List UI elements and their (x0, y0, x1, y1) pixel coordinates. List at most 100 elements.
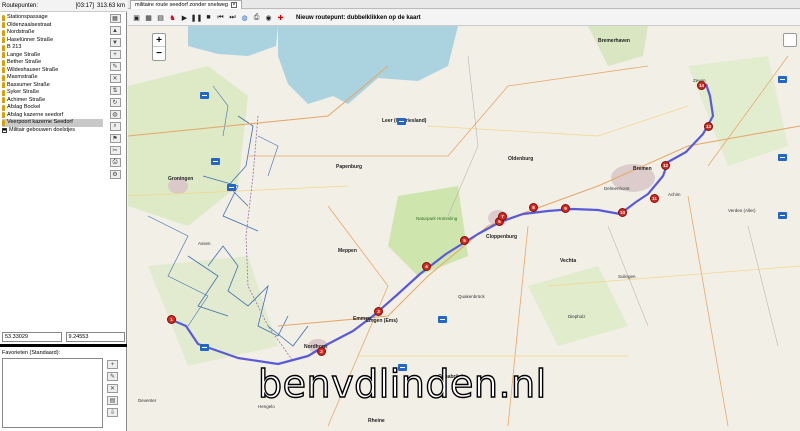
route-panel-header: Routepunten: [03:17] 313.63 km (0, 0, 127, 12)
route-point-item[interactable]: Oldenzaalsestraat (2, 22, 103, 30)
reverse-icon[interactable]: ⇅ (109, 86, 121, 95)
motorcycle-icon[interactable]: ♞ (168, 13, 177, 22)
route-point-item[interactable]: Afslag kazerne seedorf (2, 112, 103, 120)
label-vechta: Vechta (560, 258, 577, 264)
route-panel: Routepunten: [03:17] 313.63 km Stationsp… (0, 0, 127, 431)
save-icon[interactable]: ▣ (132, 13, 141, 22)
waypoint-pin-icon (2, 44, 5, 51)
map-canvas[interactable]: + − Emmen Lingen (Ems) Cloppenburg Vecht… (128, 26, 800, 431)
map-icon[interactable]: ▦ (109, 14, 121, 23)
label-papenburg: Papenburg (336, 164, 363, 170)
waypoint-pin-icon (2, 74, 5, 81)
globe-icon[interactable]: ◍ (109, 110, 121, 119)
route-point-label: Afslag kazerne seedorf (7, 111, 64, 118)
route-point-item[interactable]: Bassumer Straße (2, 82, 103, 90)
route-point-item[interactable]: Bether Straße (2, 59, 103, 67)
search-icon[interactable]: ⌕ (109, 122, 121, 131)
label-quakenbruck: Quakenbrück (458, 294, 485, 299)
waypoint-marker[interactable]: 11 (650, 194, 659, 203)
settings-icon[interactable]: ⚙ (109, 170, 121, 179)
route-point-item[interactable]: Lange Straße (2, 52, 103, 60)
fav-import-icon[interactable]: ⇩ (107, 408, 118, 417)
camera-icon[interactable]: ◉ (264, 13, 273, 22)
layers-icon[interactable] (783, 33, 797, 47)
route-point-item[interactable]: Syker Straße (2, 89, 103, 97)
route-point-label: Syker Straße (7, 89, 40, 95)
waypoint-pin-icon (2, 22, 5, 29)
coordinates: 53.33029 9.24553 (2, 331, 125, 343)
skip-back-icon[interactable]: ⏮ (216, 13, 225, 22)
waypoint-pin-icon (2, 119, 5, 126)
label-achim: Achim (668, 192, 681, 197)
favorites-list[interactable] (2, 358, 103, 428)
longitude-field[interactable]: 9.24553 (65, 332, 125, 342)
route-point-label: Haselünner Straße (7, 36, 54, 43)
table-icon[interactable]: ▤ (156, 13, 165, 22)
route-point-item[interactable]: Militair gebouwen doelstjes (2, 127, 103, 135)
globe-icon[interactable]: ◍ (240, 13, 249, 22)
route-point-list[interactable]: Stationspassage Oldenzaalsestraat Nordstra… (2, 14, 103, 314)
fav-edit-icon[interactable]: ✎ (107, 372, 118, 381)
stop-icon[interactable]: ■ (204, 13, 213, 22)
print-icon[interactable]: ⎙ (252, 13, 261, 22)
label-cloppenburg: Cloppenburg (486, 234, 518, 240)
waypoint-pin-icon (2, 14, 5, 21)
label-assen: Assen (198, 241, 211, 246)
waypoint-marker[interactable]: 13 (704, 122, 713, 131)
route-distance: 313.63 km (96, 2, 125, 9)
flag-icon[interactable]: ⚑ (109, 134, 121, 143)
add-waypoint-icon[interactable]: ✚ (276, 13, 285, 22)
route-point-item[interactable]: Stationspassage (2, 14, 103, 22)
fav-folder-icon[interactable]: ▤ (107, 396, 118, 405)
optimize-icon[interactable]: ↻ (109, 98, 121, 107)
route-point-label: Afslag Bockel (7, 104, 41, 110)
close-icon[interactable]: × (230, 2, 237, 8)
waypoint-marker[interactable]: 4 (422, 262, 431, 271)
cut-icon[interactable]: ✂ (109, 146, 121, 155)
panel-divider[interactable] (0, 344, 127, 347)
latitude-field[interactable]: 53.33029 (2, 332, 62, 342)
waypoint-marker[interactable]: 5 (460, 236, 469, 245)
move-down-icon[interactable]: ▼ (109, 38, 121, 47)
route-point-item[interactable]: Maxmstraße (2, 74, 103, 82)
waypoint-marker[interactable]: 1 (167, 315, 176, 324)
waypoint-marker[interactable]: 12 (661, 161, 670, 170)
waypoint-marker[interactable]: 2 (317, 347, 326, 356)
fav-add-icon[interactable]: + (107, 360, 118, 369)
zoom-in-button[interactable]: + (153, 34, 165, 47)
route-point-item[interactable]: Veerpoort kazerne Seedorf (2, 119, 103, 127)
waypoint-pin-icon (2, 89, 5, 96)
pause-icon[interactable]: ❚❚ (191, 13, 203, 22)
label-lingen: Lingen (Ems) (366, 318, 398, 324)
route-point-item[interactable]: Haselünner Straße (2, 37, 103, 45)
route-point-item[interactable]: Nordstraße (2, 29, 103, 37)
skip-forward-icon[interactable]: ⏭ (228, 13, 237, 22)
insert-icon[interactable]: + (109, 50, 121, 59)
route-point-item[interactable]: Wildeshauser Straße (2, 67, 103, 75)
waypoint-marker[interactable]: 14 (697, 81, 706, 90)
grid-icon[interactable]: ▦ (144, 13, 153, 22)
waypoint-marker[interactable]: 9 (561, 204, 570, 213)
route-panel-title: Routepunten: (2, 2, 39, 9)
delete-icon[interactable]: ✕ (109, 74, 121, 83)
move-up-icon[interactable]: ▲ (109, 26, 121, 35)
tab-route[interactable]: militaire route seedorf zonder snelweg × (130, 0, 242, 9)
route-point-item[interactable]: Achimer Straße (2, 97, 103, 105)
print-icon[interactable]: ⎙ (109, 158, 121, 167)
waypoint-marker[interactable]: 8 (529, 203, 538, 212)
route-point-label: Bether Straße (7, 59, 42, 65)
highway-sign-icon (778, 212, 787, 219)
label-delmenhorst: Delmenhorst (604, 186, 630, 191)
waypoint-marker[interactable]: 3 (374, 307, 383, 316)
zoom-out-button[interactable]: − (153, 47, 165, 60)
label-bremen: Bremen (633, 166, 652, 172)
edit-icon[interactable]: ✎ (109, 62, 121, 71)
route-point-item[interactable]: Afslag Bockel (2, 104, 103, 112)
waypoint-marker[interactable]: 10 (618, 208, 627, 217)
route-point-item[interactable]: B 213 (2, 44, 103, 52)
play-icon[interactable]: ▶ (180, 13, 189, 22)
route-point-label: Bassumer Straße (7, 81, 50, 88)
waypoint-pin-icon (2, 67, 5, 74)
waypoint-marker[interactable]: 7 (498, 212, 507, 221)
fav-delete-icon[interactable]: ✕ (107, 384, 118, 393)
